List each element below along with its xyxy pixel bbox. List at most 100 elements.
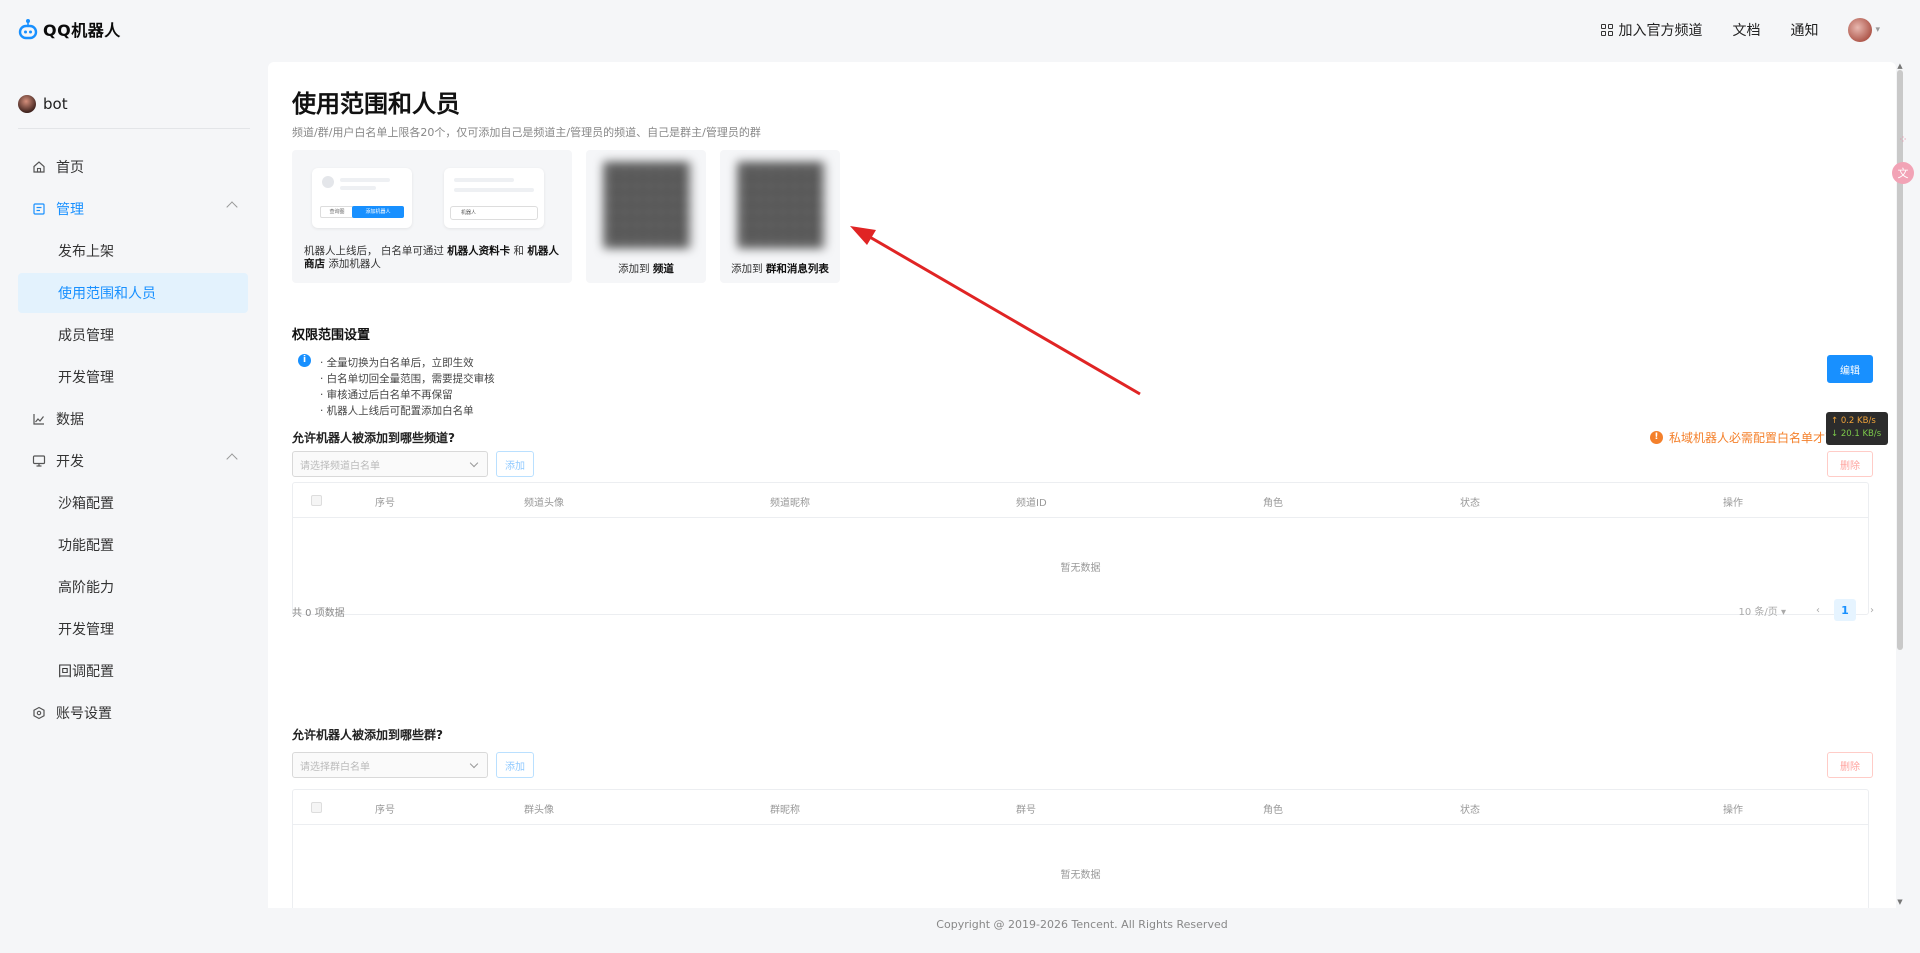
col-nickname: 群昵称 xyxy=(770,805,800,816)
channel-qr-card: 添加到 频道 xyxy=(586,150,706,283)
scroll-down-icon[interactable]: ▼ xyxy=(1896,898,1904,906)
join-official-channel-link[interactable]: 加入官方频道 xyxy=(1601,20,1702,40)
chevron-down-icon xyxy=(469,759,479,769)
sidebar-item-manage[interactable]: 管理 xyxy=(18,189,248,229)
page-subtitle: 频道/群/用户白名单上限各20个，仅可添加自己是频道主/管理员的频道、自己是群主… xyxy=(292,126,761,139)
sidebar-item-label: 账号设置 xyxy=(56,706,112,722)
group-whitelist-title: 允许机器人被添加到哪些群? xyxy=(292,728,443,742)
sidebar-item-home[interactable]: 首页 xyxy=(18,147,248,187)
settings-hex-icon xyxy=(32,706,46,720)
join-channel-label: 加入官方频道 xyxy=(1618,23,1703,39)
col-status: 状态 xyxy=(1460,805,1480,816)
empty-state: 暂无数据 xyxy=(1060,562,1101,574)
group-delete-button[interactable]: 删除 xyxy=(1827,752,1873,778)
sidebar-item-publish[interactable]: 发布上架 xyxy=(18,231,248,271)
empty-state: 暂无数据 xyxy=(1060,869,1101,881)
total-count: 共 0 项数据 xyxy=(292,608,345,619)
robot-logo-icon xyxy=(18,19,38,40)
col-index: 序号 xyxy=(375,805,395,816)
mock-btn-a: 查询图 xyxy=(320,206,354,218)
sidebar-item-member-management[interactable]: 成员管理 xyxy=(18,315,248,355)
user-avatar[interactable] xyxy=(1848,18,1873,42)
select-placeholder: 请选择频道白名单 xyxy=(300,460,380,472)
sidebar-nav: 首页 管理 发布上架 使用范围和人员 成员管理 开发管理 数据 开发 沙箱配置 xyxy=(18,147,248,735)
grid-icon xyxy=(1601,24,1614,36)
monitor-icon xyxy=(32,454,46,468)
col-avatar: 群头像 xyxy=(524,805,554,816)
chevron-up-icon xyxy=(226,201,238,213)
page-number[interactable]: 1 xyxy=(1834,599,1856,621)
sidebar-item-scope-and-members[interactable]: 使用范围和人员 xyxy=(18,273,248,313)
table-header: 序号 群头像 群昵称 群号 角色 状态 操作 xyxy=(293,790,1868,825)
select-all-checkbox[interactable] xyxy=(311,802,322,813)
sidebar-item-sandbox[interactable]: 沙箱配置 xyxy=(18,483,248,523)
logo-text: QQ机器人 xyxy=(43,21,121,40)
info-icon: i xyxy=(298,354,311,367)
col-role: 角色 xyxy=(1263,805,1283,816)
group-qr-caption: 添加到 群和消息列表 xyxy=(731,263,829,275)
permission-notes: · 全量切换为白名单后，立即生效 · 白名单切回全量范围，需要提交审核 · 审核… xyxy=(320,355,495,419)
group-add-button[interactable]: 添加 xyxy=(496,752,534,778)
sidebar-item-develop[interactable]: 开发 xyxy=(18,441,248,481)
chevron-down-icon[interactable]: ▾ xyxy=(1875,25,1880,35)
next-page-icon[interactable]: › xyxy=(1870,605,1874,616)
permission-note: · 机器人上线后可配置添加白名单 xyxy=(320,405,474,417)
channel-delete-button[interactable]: 删除 xyxy=(1827,451,1873,477)
apps-float-icon[interactable]: ⁘ xyxy=(1892,128,1914,150)
sidebar-item-label: 数据 xyxy=(56,412,84,428)
sidebar-item-label: 管理 xyxy=(56,202,84,218)
col-nickname: 频道昵称 xyxy=(770,498,810,509)
channel-add-button[interactable]: 添加 xyxy=(496,451,534,477)
chevron-up-icon xyxy=(226,453,238,465)
col-index: 序号 xyxy=(375,498,395,509)
footer-copyright: Copyright @ 2019-2026 Tencent. All Right… xyxy=(936,918,1228,931)
sidebar-item-advanced[interactable]: 高阶能力 xyxy=(18,567,248,607)
permission-section-title: 权限范围设置 xyxy=(292,328,371,343)
chevron-down-icon xyxy=(469,458,479,468)
bot-profile[interactable]: bot xyxy=(18,95,250,129)
edit-button[interactable]: 编辑 xyxy=(1827,355,1873,383)
sidebar-item-dev-management[interactable]: 开发管理 xyxy=(18,357,248,397)
permission-note: · 全量切换为白名单后，立即生效 xyxy=(320,357,474,369)
scrollbar-thumb[interactable] xyxy=(1897,70,1903,650)
download-speed: ↓ 20.1 KB/s xyxy=(1831,429,1882,439)
sidebar-item-callback[interactable]: 回调配置 xyxy=(18,651,248,691)
translate-float-icon[interactable]: 文 xyxy=(1892,162,1914,184)
mock-btn-b: 添加机器人 xyxy=(352,206,404,218)
scrollbar[interactable]: ▲ ▼ xyxy=(1896,62,1904,908)
select-all-checkbox[interactable] xyxy=(311,495,322,506)
bot-name: bot xyxy=(43,95,68,113)
col-avatar: 频道头像 xyxy=(524,498,564,509)
col-id: 频道ID xyxy=(1016,498,1047,509)
chart-icon xyxy=(32,412,46,426)
channel-table: 序号 频道头像 频道昵称 频道ID 角色 状态 操作 暂无数据 xyxy=(292,482,1869,615)
group-whitelist-select[interactable]: 请选择群白名单 xyxy=(292,752,488,778)
channel-qr-caption: 添加到 频道 xyxy=(618,263,674,275)
scroll-up-icon[interactable]: ▲ xyxy=(1896,62,1904,70)
sidebar-item-data[interactable]: 数据 xyxy=(18,399,248,439)
table-header: 序号 频道头像 频道昵称 频道ID 角色 状态 操作 xyxy=(293,483,1868,518)
upload-speed: ↑ 0.2 KB/s xyxy=(1831,416,1876,426)
warning-icon: ! xyxy=(1649,431,1663,444)
sidebar-item-feature-config[interactable]: 功能配置 xyxy=(18,525,248,565)
channel-whitelist-title: 允许机器人被添加到哪些频道? xyxy=(292,431,455,445)
logo[interactable]: QQ机器人 xyxy=(18,17,121,41)
docs-link[interactable]: 文档 xyxy=(1732,20,1760,40)
mock-store-card: 机器人 xyxy=(444,168,544,228)
sidebar-item-label: 开发 xyxy=(56,454,84,470)
main-content: 使用范围和人员 频道/群/用户白名单上限各20个，仅可添加自己是频道主/管理员的… xyxy=(268,62,1896,908)
sidebar-item-label: 首页 xyxy=(56,160,84,176)
select-placeholder: 请选择群白名单 xyxy=(300,761,370,773)
robot-card-guide: 查询图 添加机器人 机器人 机器人上线后， 白名单可通过 机器人资料卡 和 机器… xyxy=(292,150,572,283)
channel-whitelist-select[interactable]: 请选择频道白名单 xyxy=(292,451,488,477)
sidebar-item-account-settings[interactable]: 账号设置 xyxy=(18,693,248,733)
mock-pill: 机器人 xyxy=(450,206,538,220)
notify-link[interactable]: 通知 xyxy=(1790,20,1818,40)
pagination: 10 条/页 ▾ ‹ 1 › xyxy=(1739,599,1874,621)
permission-note: · 白名单切回全量范围，需要提交审核 xyxy=(320,373,495,385)
page-size-select[interactable]: 10 条/页 ▾ xyxy=(1739,603,1786,618)
qr-code-blurred xyxy=(604,162,690,248)
prev-page-icon[interactable]: ‹ xyxy=(1816,605,1820,616)
col-actions: 操作 xyxy=(1723,498,1743,509)
sidebar-item-dev-management-2[interactable]: 开发管理 xyxy=(18,609,248,649)
